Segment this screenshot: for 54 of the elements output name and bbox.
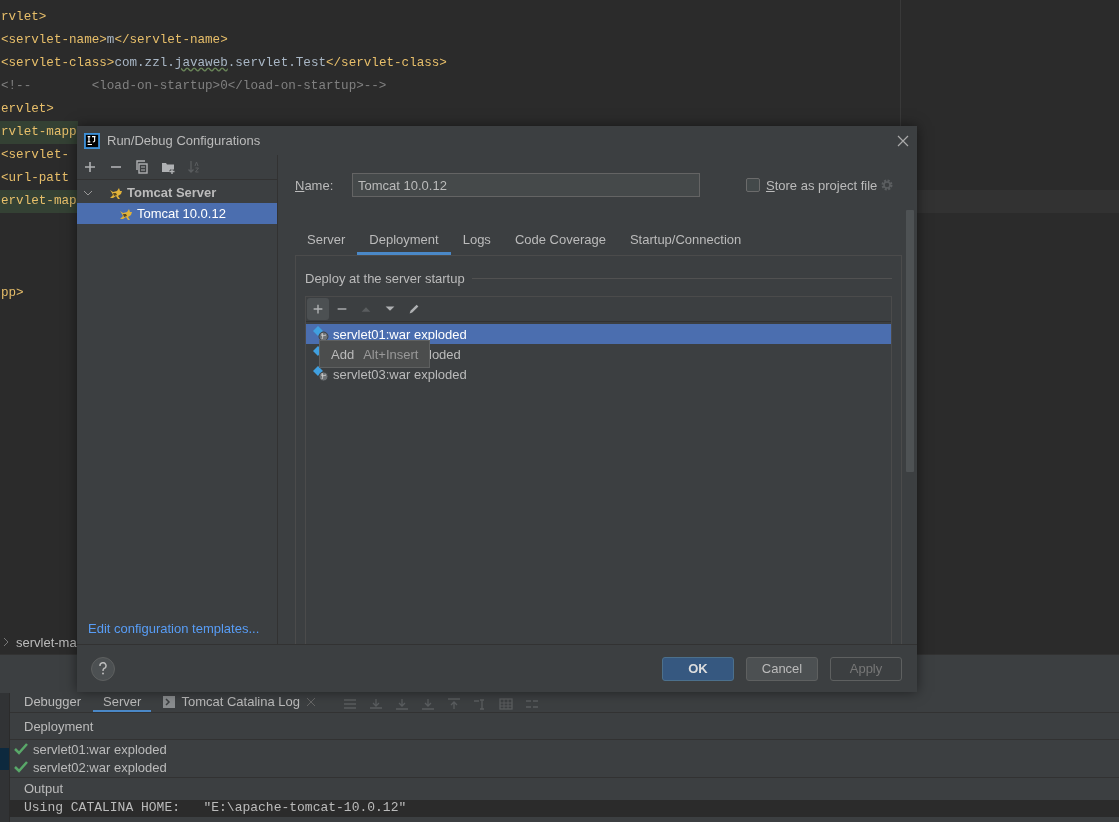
code-line: <servlet-name>m</servlet-name> — [0, 32, 229, 49]
artifact-icon — [313, 366, 329, 382]
breadcrumb[interactable]: servlet-ma — [16, 634, 77, 650]
tab[interactable]: Code Coverage — [502, 227, 618, 255]
chevron-icon — [3, 637, 9, 647]
deployment-item[interactable]: servlet01:war exploded — [33, 741, 167, 757]
artifact-item[interactable]: loded — [429, 346, 461, 362]
window-title: Run/Debug Configurations — [107, 133, 262, 148]
shortcut-text: Alt+Insert — [363, 346, 419, 362]
gear-icon[interactable] — [880, 178, 895, 192]
code-line: ervlet> — [0, 101, 55, 118]
close-icon[interactable] — [305, 696, 316, 707]
templates-link[interactable]: Edit configuration templates... — [77, 621, 277, 644]
code-line: <!-- <load-on-startup>0</load-on-startup>--> — [0, 78, 388, 95]
section-header: Output — [23, 780, 65, 798]
tab[interactable]: Tomcat Catalina Log — [153, 693, 326, 712]
tree-item[interactable]: Tomcat Server — [77, 182, 277, 203]
name-field[interactable]: Tomcat 10.0.12 — [352, 173, 700, 197]
tooltip-text: Add — [331, 346, 355, 362]
ok-button[interactable]: OK — [662, 656, 734, 681]
code-line: <servlet- — [0, 147, 71, 164]
dialog-button[interactable]: Cancel — [746, 656, 818, 681]
tab[interactable]: Logs — [450, 227, 503, 255]
app-icon — [84, 132, 100, 149]
checkbox-label[interactable]: Store as project file — [766, 177, 878, 193]
selected-row[interactable]: servlet01:war exploded — [306, 324, 891, 344]
group-title: Deploy at the server startup — [305, 270, 465, 286]
console-icon — [163, 695, 176, 708]
table-icon[interactable] — [497, 695, 514, 712]
tab[interactable]: Debugger — [14, 693, 92, 712]
add-icon[interactable] — [82, 159, 98, 175]
artifact-item[interactable]: servlet01:war exploded — [333, 326, 467, 342]
tree-item[interactable]: Tomcat 10.0.12 — [77, 203, 277, 224]
copy-icon[interactable] — [134, 159, 150, 175]
selection-marker — [0, 748, 9, 770]
add-icon[interactable] — [307, 298, 329, 320]
help-button[interactable] — [91, 656, 115, 681]
name-label: Name: — [295, 177, 334, 193]
tab[interactable]: Deployment — [357, 227, 451, 255]
close-icon[interactable] — [897, 134, 909, 147]
artifact-item[interactable]: servlet03:war exploded — [333, 366, 467, 382]
help-icon — [98, 662, 108, 675]
upload-icon[interactable] — [445, 695, 462, 712]
tab[interactable]: Startup/Connection — [617, 227, 754, 255]
code-line: <url-patt — [0, 170, 71, 187]
deployment-item[interactable]: servlet02:war exploded — [33, 759, 167, 775]
code-line: rvlet> — [0, 9, 48, 26]
code-line: <servlet-class>com.zzl.javaweb.servlet.Test</servlet-class> — [0, 55, 448, 72]
tab[interactable]: Server — [295, 227, 358, 255]
cat-icon — [109, 186, 123, 199]
code-line: pp> — [0, 285, 25, 302]
checkbox[interactable] — [746, 178, 760, 192]
cat-icon — [119, 207, 133, 220]
section-header: Deployment — [10, 713, 1119, 740]
